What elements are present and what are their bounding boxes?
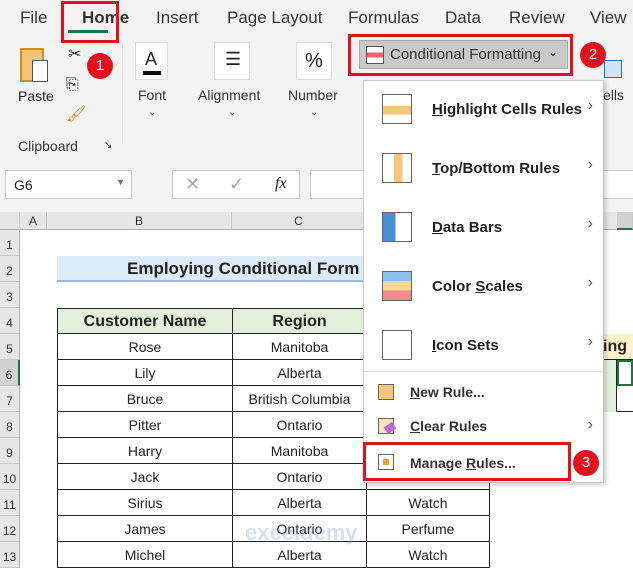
menu-item-highlight-cells-rules[interactable]: Highlight Cells Rules › (364, 81, 603, 140)
row-header[interactable]: 8 (0, 412, 20, 438)
font-icon[interactable]: A (135, 42, 168, 80)
row-header[interactable]: 7 (0, 386, 20, 412)
submenu-arrow-icon: › (587, 97, 593, 114)
row-header[interactable]: 3 (0, 282, 20, 308)
paste-icon (20, 48, 48, 82)
number-format-icon[interactable]: % (296, 42, 332, 80)
highlight-home (61, 1, 119, 43)
table-cell[interactable]: James (57, 516, 233, 542)
insert-function-icon[interactable]: fx (275, 175, 287, 193)
row-header[interactable]: 5 (0, 334, 20, 360)
submenu-arrow-icon: › (587, 156, 593, 173)
step-badge-2: 2 (580, 42, 606, 68)
clear-rules-icon (378, 418, 397, 435)
color-scales-icon (382, 271, 412, 301)
cancel-icon[interactable]: ✕ (185, 174, 200, 195)
table-cell[interactable]: Jack (57, 464, 233, 490)
table-cell[interactable]: Watch (367, 490, 490, 516)
tab-view[interactable]: View (590, 8, 627, 28)
watermark-logo: exceldemy (245, 520, 358, 545)
copy-icon[interactable]: ⎘ (66, 76, 79, 94)
table-cell[interactable]: Lily (57, 360, 233, 386)
column-header-c[interactable]: C (232, 212, 366, 230)
row-header[interactable]: 1 (0, 230, 20, 256)
menu-item-top-bottom-rules[interactable]: Top/Bottom Rules › (364, 140, 603, 199)
table-cell[interactable]: Bruce (57, 386, 233, 412)
cut-icon[interactable]: ✂ (68, 44, 81, 64)
dialog-launcher-icon[interactable]: ↘ (104, 140, 112, 151)
highlight-cells-rules-icon (382, 94, 412, 124)
row-header[interactable]: 9 (0, 438, 20, 464)
table-cell[interactable]: Alberta (233, 360, 367, 386)
table-cell[interactable]: Sirius (57, 490, 233, 516)
icon-sets-icon (382, 330, 412, 360)
submenu-arrow-icon: › (587, 274, 593, 291)
submenu-arrow-icon: › (587, 333, 593, 350)
menu-item-data-bars[interactable]: Data Bars › (364, 199, 603, 258)
highlight-manage-rules (363, 442, 571, 481)
header-customer-name[interactable]: Customer Name (57, 308, 233, 334)
table-cell[interactable]: Manitoba (233, 334, 367, 360)
row-header[interactable]: 6 (0, 360, 20, 386)
number-group-button[interactable]: Number (288, 87, 338, 103)
column-header-a[interactable]: A (20, 212, 47, 230)
menu-item-new-rule[interactable]: New Rule... (364, 376, 603, 410)
step-badge-1: 1 (87, 53, 113, 79)
table-cell[interactable]: Alberta (233, 490, 367, 516)
row-header[interactable]: 13 (0, 542, 20, 568)
row-header[interactable]: 11 (0, 490, 20, 516)
row-header[interactable]: 12 (0, 516, 20, 542)
table-cell[interactable]: Pitter (57, 412, 233, 438)
name-box[interactable]: G6 ▼ (5, 170, 132, 199)
row-header[interactable]: 2 (0, 256, 20, 282)
tab-formulas[interactable]: Formulas (348, 8, 419, 28)
table-cell[interactable]: British Columbia (233, 386, 367, 412)
menu-item-clear-rules[interactable]: Clear Rules › (364, 410, 603, 444)
cells-group-button[interactable]: ells (603, 87, 624, 103)
column-header-b[interactable]: B (47, 212, 232, 230)
tab-page-layout[interactable]: Page Layout (227, 8, 322, 28)
table-cell[interactable]: Rose (57, 334, 233, 360)
table-cell[interactable]: Perfume (367, 516, 490, 542)
column-header-g[interactable] (617, 212, 633, 230)
right-header-cell[interactable]: ing (603, 334, 633, 360)
row-header[interactable]: 4 (0, 308, 20, 334)
format-painter-icon[interactable]: 🖌 (66, 104, 86, 124)
tab-insert[interactable]: Insert (156, 8, 199, 28)
table-cell[interactable]: Harry (57, 438, 233, 464)
tab-file[interactable]: File (20, 8, 47, 28)
menu-item-color-scales[interactable]: Color Scales › (364, 258, 603, 317)
table-cell[interactable]: Manitoba (233, 438, 367, 464)
data-bars-icon (382, 212, 412, 242)
row-header[interactable]: 10 (0, 464, 20, 490)
highlight-conditional-formatting (348, 34, 573, 76)
submenu-arrow-icon: › (587, 215, 593, 232)
enter-icon[interactable]: ✓ (229, 174, 244, 195)
menu-item-icon-sets[interactable]: Icon Sets › (364, 317, 603, 376)
table-cell[interactable]: Ontario (233, 464, 367, 490)
formula-buttons: ✕ ✓ fx (172, 170, 300, 199)
table-cell[interactable]: Watch (367, 542, 490, 568)
table-cell[interactable]: Ontario (233, 412, 367, 438)
paste-button[interactable]: Paste (14, 44, 58, 120)
paste-label: Paste (18, 88, 54, 104)
table-cell[interactable]: Michel (57, 542, 233, 568)
selected-cell-g6[interactable] (617, 360, 633, 386)
conditional-formatting-menu: Highlight Cells Rules › Top/Bottom Rules › D… (363, 80, 604, 483)
new-rule-icon (378, 384, 394, 400)
cells-icon[interactable] (604, 60, 622, 78)
alignment-group-button[interactable]: Alignment (198, 87, 260, 103)
tab-data[interactable]: Data (445, 8, 481, 28)
alignment-icon[interactable]: ☰ (214, 42, 250, 80)
top-bottom-rules-icon (382, 153, 412, 183)
font-group-button[interactable]: Font (138, 87, 166, 103)
select-all[interactable] (0, 212, 20, 230)
header-region[interactable]: Region (233, 308, 367, 334)
step-badge-3: 3 (573, 450, 599, 476)
sheet-title-cell[interactable]: Employing Conditional Form (57, 256, 377, 282)
tab-review[interactable]: Review (509, 8, 565, 28)
clipboard-label: Clipboard (18, 138, 78, 154)
